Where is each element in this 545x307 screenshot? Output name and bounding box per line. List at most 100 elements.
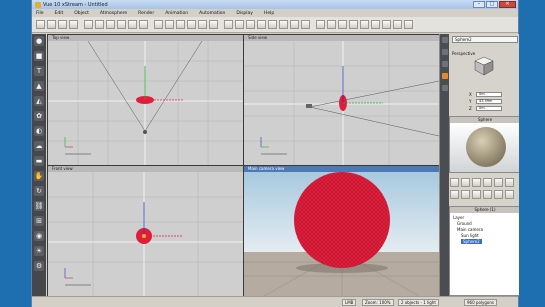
save-icon[interactable] <box>58 20 67 29</box>
render-area-icon[interactable] <box>209 20 218 29</box>
scale-icon[interactable] <box>187 20 196 29</box>
atmosphere-icon[interactable] <box>224 20 233 29</box>
group-icon[interactable] <box>494 178 503 187</box>
pan-icon[interactable] <box>360 20 369 29</box>
status-zoom: Zoom: 100% <box>362 299 394 306</box>
main-toolbar <box>32 17 518 33</box>
terrain-tool-icon[interactable]: ▲ <box>34 81 44 91</box>
menu-display[interactable]: Display <box>236 11 253 16</box>
grid-icon[interactable] <box>382 20 391 29</box>
plant-tool-icon[interactable]: ✿ <box>34 111 44 121</box>
fit-icon[interactable] <box>371 20 380 29</box>
menu-automation[interactable]: Automation <box>199 11 225 16</box>
cube-tool-icon[interactable]: ■ <box>34 51 44 61</box>
tree-item-layer[interactable]: Layer <box>453 215 464 220</box>
paste-icon[interactable] <box>128 20 137 29</box>
lock-object-icon[interactable] <box>461 178 470 187</box>
cut-icon[interactable] <box>106 20 115 29</box>
sphere-tool-icon[interactable]: ● <box>34 36 44 46</box>
print-icon[interactable] <box>69 20 78 29</box>
ungroup-icon[interactable] <box>505 178 514 187</box>
camera-icon <box>306 104 312 108</box>
open-icon[interactable] <box>47 20 56 29</box>
menu-render[interactable]: Render <box>138 11 154 16</box>
water-tool-icon[interactable]: ▬ <box>34 156 44 166</box>
title-bar[interactable]: Vue 10 xStream - Untitled – □ ✕ <box>32 0 518 9</box>
mountain-tool-icon[interactable]: ◭ <box>34 96 44 106</box>
coord-y-field[interactable]: 43.59m <box>476 99 502 104</box>
help-icon[interactable] <box>404 20 413 29</box>
transform-icon[interactable] <box>441 61 448 67</box>
expand-icon[interactable] <box>494 190 503 199</box>
top-viewport[interactable]: Top view <box>48 35 243 165</box>
minimize-button[interactable]: – <box>473 1 485 8</box>
light-icon[interactable] <box>290 20 299 29</box>
sun-tool-icon[interactable]: ☀ <box>34 246 44 256</box>
link-tool-icon[interactable]: ⛓ <box>34 201 44 211</box>
filter-icon[interactable] <box>472 190 481 199</box>
visibility-icon[interactable] <box>450 178 459 187</box>
side-viewport[interactable]: Side view <box>244 35 439 165</box>
text-tool-icon[interactable]: T <box>34 66 44 76</box>
menu-help[interactable]: Help <box>264 11 274 16</box>
link-icon[interactable] <box>472 178 481 187</box>
plant-icon[interactable] <box>246 20 255 29</box>
undo-icon[interactable] <box>84 20 93 29</box>
wire-icon[interactable] <box>316 20 325 29</box>
orientation-cube-icon[interactable] <box>474 56 494 76</box>
status-bar: LMB Zoom: 100% 2 objects - 1 light 960 p… <box>32 296 518 307</box>
hand-tool-icon[interactable]: ✋ <box>34 171 44 181</box>
rock-tool-icon[interactable]: ◐ <box>34 126 44 136</box>
group-tool-icon[interactable]: ⊞ <box>34 216 44 226</box>
render-icon[interactable] <box>198 20 207 29</box>
copy-icon[interactable] <box>117 20 126 29</box>
shade-icon[interactable] <box>327 20 336 29</box>
tree-item-ground[interactable]: Ground <box>457 221 472 226</box>
snap-icon[interactable] <box>393 20 402 29</box>
zoom-icon[interactable] <box>349 20 358 29</box>
tree-item-sun-light[interactable]: Sun light <box>461 233 479 238</box>
camera-icon[interactable] <box>279 20 288 29</box>
terrain-icon[interactable] <box>235 20 244 29</box>
redo-icon[interactable] <box>95 20 104 29</box>
material-preview[interactable]: Sphere <box>449 116 521 173</box>
menu-file[interactable]: File <box>36 11 44 16</box>
tree-item-sphere-selected[interactable]: Sphere2 <box>461 239 482 244</box>
cloud-icon[interactable] <box>268 20 277 29</box>
layer-add-icon[interactable] <box>450 190 459 199</box>
cloud-tool-icon[interactable]: ☁ <box>34 141 44 151</box>
front-viewport[interactable]: Front view <box>48 166 243 296</box>
menu-atmosphere[interactable]: Atmosphere <box>100 11 127 16</box>
new-icon[interactable] <box>36 20 45 29</box>
animation-icon[interactable] <box>441 73 448 79</box>
rock-icon[interactable] <box>257 20 266 29</box>
close-button[interactable]: ✕ <box>499 1 516 8</box>
material-icon[interactable] <box>441 49 448 55</box>
camera-viewport[interactable]: Main camera view <box>244 166 439 296</box>
menu-animation[interactable]: Animation <box>165 11 188 16</box>
collapse-icon[interactable] <box>505 190 514 199</box>
coord-z-field[interactable]: 0m <box>476 106 502 111</box>
projection-label: Perspective <box>452 51 476 56</box>
move-icon[interactable] <box>165 20 174 29</box>
layer-remove-icon[interactable] <box>461 190 470 199</box>
object-name-field[interactable]: Sphere2 <box>452 36 518 43</box>
maximize-button[interactable]: □ <box>486 1 498 8</box>
sort-icon[interactable] <box>483 190 492 199</box>
coord-x-field[interactable]: 0m <box>476 92 502 97</box>
unlink-icon[interactable] <box>483 178 492 187</box>
scene-tab[interactable]: Sphere (1) <box>450 207 520 213</box>
rotate-icon[interactable] <box>176 20 185 29</box>
material-icon[interactable] <box>301 20 310 29</box>
tree-item-main-camera[interactable]: Main camera <box>457 227 483 232</box>
object-properties-icon[interactable] <box>441 37 448 43</box>
menu-object[interactable]: Object <box>74 11 89 16</box>
select-icon[interactable] <box>154 20 163 29</box>
settings-tool-icon[interactable]: ⚙ <box>34 261 44 271</box>
delete-icon[interactable] <box>139 20 148 29</box>
eye-tool-icon[interactable]: ◉ <box>34 231 44 241</box>
rotate-tool-icon[interactable]: ↻ <box>34 186 44 196</box>
texture-icon[interactable] <box>338 20 347 29</box>
lock-icon[interactable] <box>441 85 448 91</box>
menu-edit[interactable]: Edit <box>55 11 64 16</box>
